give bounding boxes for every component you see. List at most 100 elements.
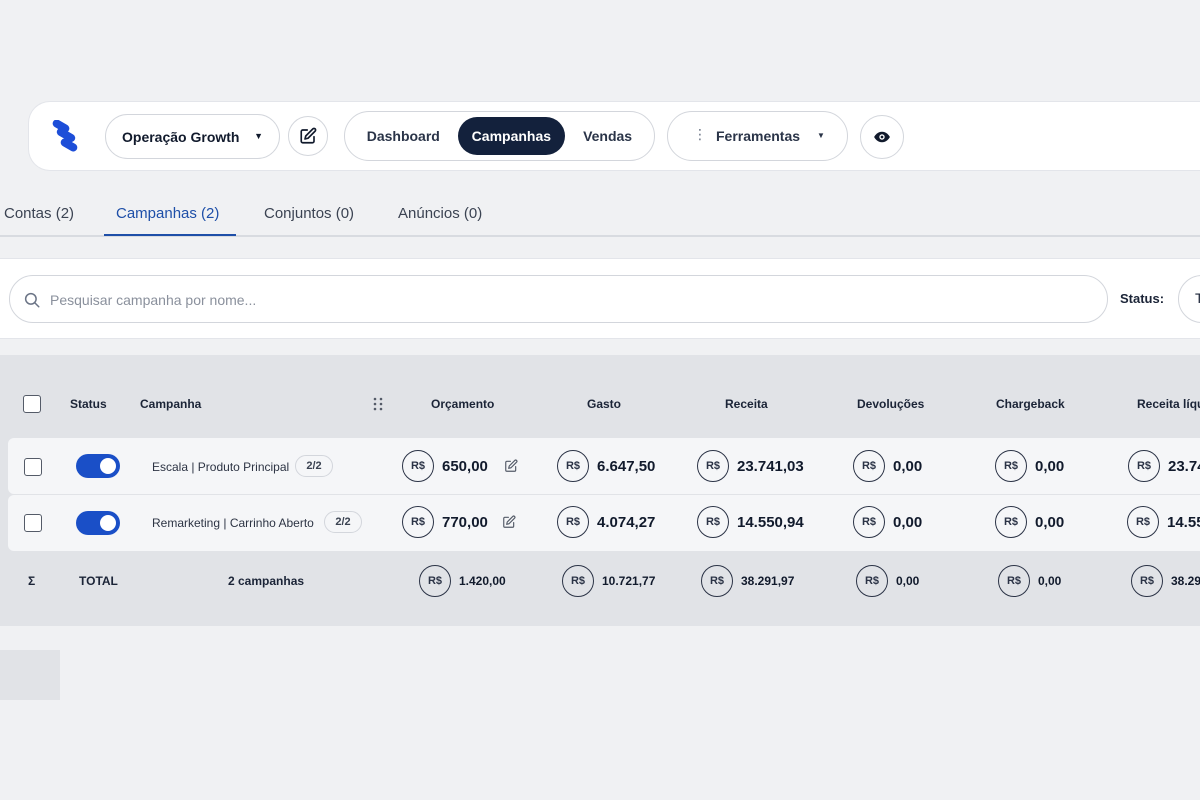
chargeback-value: 0,00	[1035, 513, 1065, 531]
edit-budget-icon[interactable]	[504, 459, 518, 473]
revenue-value: 23.741,03	[737, 457, 804, 475]
budget-value: 650,00	[442, 457, 488, 475]
main-nav: Dashboard Campanhas Vendas	[344, 111, 655, 161]
currency-icon: R$	[1128, 450, 1160, 482]
active-tab-indicator	[104, 234, 236, 236]
status-filter-value: T	[1195, 290, 1200, 306]
edit-budget-icon[interactable]	[502, 515, 516, 529]
search-input[interactable]	[50, 288, 1050, 312]
spend-cell: R$ 4.074,27	[557, 506, 655, 538]
chargeback-cell: R$ 0,00	[995, 506, 1064, 538]
spend-cell: R$ 6.647,50	[557, 450, 655, 482]
spend-value: 4.074,27	[597, 513, 656, 531]
revenue-cell: R$ 14.550,94	[697, 506, 804, 538]
currency-icon: R$	[697, 506, 729, 538]
total-revenue-cell: R$ 38.291,97	[701, 565, 794, 597]
campaigns-table: Status Campanha Orçamento Gasto Receita …	[0, 355, 1200, 626]
select-all-checkbox[interactable]	[23, 395, 41, 413]
refunds-cell: R$ 0,00	[853, 450, 922, 482]
campaign-name[interactable]: Escala | Produto Principal	[152, 460, 289, 474]
chargeback-cell: R$ 0,00	[995, 450, 1064, 482]
currency-icon: R$	[701, 565, 733, 597]
total-label: TOTAL	[79, 574, 118, 588]
edit-icon	[300, 127, 317, 144]
column-header-campanha[interactable]: Campanha	[140, 397, 201, 411]
currency-icon: R$	[1127, 506, 1159, 538]
column-header-gasto[interactable]: Gasto	[587, 397, 621, 411]
total-spend-cell: R$ 10.721,77	[562, 565, 655, 597]
status-filter-select[interactable]: T	[1178, 275, 1200, 323]
refunds-cell: R$ 0,00	[853, 506, 922, 538]
operation-label: Operação Growth	[122, 128, 240, 145]
filter-panel: Status: T	[0, 258, 1200, 339]
more-vertical-icon: ⋮	[693, 126, 707, 142]
table-row: Remarketing | Carrinho Aberto 2/2 R$ 770…	[8, 495, 1200, 551]
loading-placeholder	[0, 650, 60, 700]
total-budget-cell: R$ 1.420,00	[419, 565, 506, 597]
budget-cell: R$ 770,00	[402, 506, 488, 538]
tools-menu-button[interactable]: ⋮ Ferramentas ▼	[667, 111, 848, 161]
total-budget-value: 1.420,00	[459, 574, 506, 588]
column-header-chargeback[interactable]: Chargeback	[996, 397, 1065, 411]
tab-anuncios[interactable]: Anúncios (0)	[398, 205, 482, 222]
column-header-status[interactable]: Status	[70, 397, 107, 411]
currency-icon: R$	[853, 450, 885, 482]
row-checkbox[interactable]	[24, 458, 42, 476]
nav-dashboard[interactable]: Dashboard	[349, 117, 458, 155]
total-campaign-count: 2 campanhas	[228, 574, 305, 588]
column-header-devolucoes[interactable]: Devoluções	[857, 397, 924, 411]
visibility-toggle-button[interactable]	[860, 115, 904, 159]
column-header-receita-liquida[interactable]: Receita líqu	[1137, 397, 1200, 411]
total-revenue-value: 38.291,97	[741, 574, 795, 588]
revenue-cell: R$ 23.741,03	[697, 450, 804, 482]
tab-contas[interactable]: Contas (2)	[4, 205, 74, 222]
currency-icon: R$	[402, 506, 434, 538]
brand-logo-icon[interactable]	[48, 120, 82, 154]
currency-icon: R$	[853, 506, 885, 538]
currency-icon: R$	[995, 450, 1027, 482]
currency-icon: R$	[402, 450, 434, 482]
operation-selector[interactable]: Operação Growth ▼	[105, 114, 280, 159]
row-checkbox[interactable]	[24, 514, 42, 532]
currency-icon: R$	[1131, 565, 1163, 597]
edit-operation-button[interactable]	[288, 116, 328, 156]
refunds-value: 0,00	[893, 513, 923, 531]
currency-icon: R$	[557, 450, 589, 482]
chargeback-value: 0,00	[1035, 457, 1065, 475]
nav-vendas[interactable]: Vendas	[565, 117, 650, 155]
net-revenue-value: 23.74	[1168, 457, 1200, 475]
column-header-orcamento[interactable]: Orçamento	[431, 397, 494, 411]
status-toggle[interactable]	[76, 454, 120, 478]
search-box	[9, 275, 1108, 323]
table-row: Escala | Produto Principal 2/2 R$ 650,00…	[8, 438, 1200, 494]
net-revenue-cell: R$ 14.55	[1127, 506, 1200, 538]
tab-campanhas[interactable]: Campanhas (2)	[116, 205, 219, 222]
status-filter-label: Status:	[1120, 291, 1165, 306]
search-icon	[24, 292, 40, 308]
budget-value: 770,00	[442, 513, 488, 531]
total-refunds-value: 0,00	[896, 574, 920, 588]
currency-icon: R$	[562, 565, 594, 597]
sigma-icon: Σ	[28, 574, 36, 588]
total-net-revenue-value: 38.29	[1171, 574, 1200, 588]
tab-conjuntos[interactable]: Conjuntos (0)	[264, 205, 354, 222]
column-header-receita[interactable]: Receita	[725, 397, 768, 411]
revenue-value: 14.550,94	[737, 513, 804, 531]
active-sets-badge: 2/2	[324, 511, 362, 533]
currency-icon: R$	[856, 565, 888, 597]
status-toggle[interactable]	[76, 511, 120, 535]
net-revenue-value: 14.55	[1167, 513, 1200, 531]
eye-icon	[874, 131, 890, 143]
total-chargeback-value: 0,00	[1038, 574, 1062, 588]
total-net-revenue-cell: R$ 38.29	[1131, 565, 1200, 597]
caret-down-icon: ▼	[817, 131, 825, 140]
drag-handle-icon[interactable]	[372, 397, 384, 411]
currency-icon: R$	[557, 506, 589, 538]
budget-cell: R$ 650,00	[402, 450, 488, 482]
campaign-name[interactable]: Remarketing | Carrinho Aberto	[152, 516, 314, 530]
spend-value: 6.647,50	[597, 457, 656, 475]
caret-down-icon: ▼	[254, 131, 263, 141]
active-sets-badge: 2/2	[295, 455, 333, 477]
nav-campanhas[interactable]: Campanhas	[457, 117, 566, 155]
net-revenue-cell: R$ 23.74	[1128, 450, 1200, 482]
